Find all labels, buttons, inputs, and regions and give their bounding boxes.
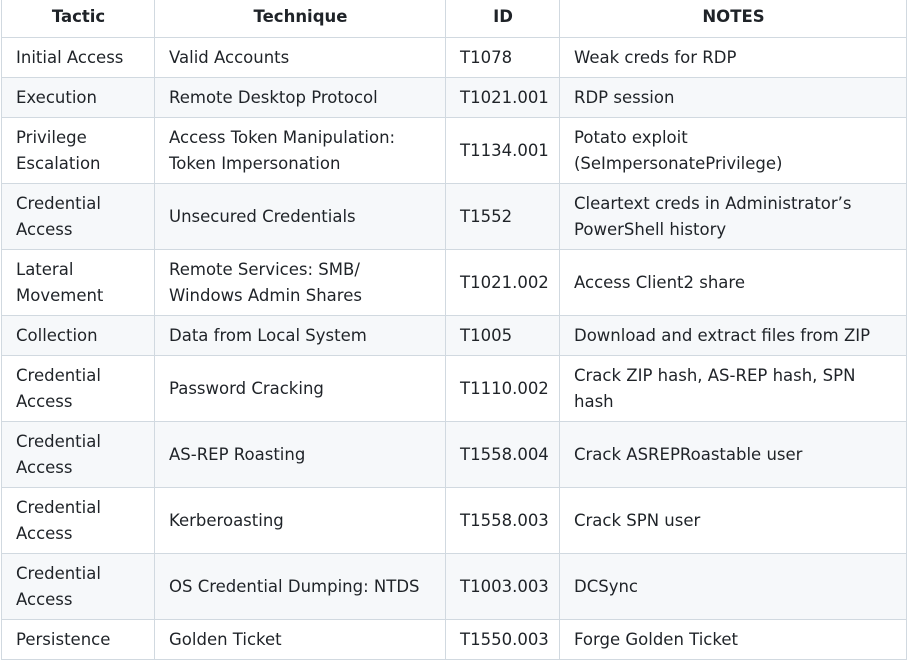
- table-row: Persistence Golden Ticket T1550.003 Forg…: [1, 619, 907, 660]
- cell-notes: Forge Golden Ticket: [559, 619, 907, 660]
- table-row: Privilege Escalation Access Token Manipu…: [1, 117, 907, 184]
- cell-technique: Data from Local System: [154, 315, 446, 356]
- cell-notes: Cleartext creds in Administrator’s Power…: [559, 183, 907, 250]
- cell-technique: Golden Ticket: [154, 619, 446, 660]
- cell-tactic: Credential Access: [1, 355, 155, 422]
- header-tactic: Tactic: [1, 0, 155, 38]
- cell-id: T1550.003: [445, 619, 560, 660]
- cell-id: T1558.003: [445, 487, 560, 554]
- cell-tactic: Lateral Movement: [1, 249, 155, 316]
- cell-id: T1003.003: [445, 553, 560, 620]
- cell-notes: Access Client2 share: [559, 249, 907, 316]
- cell-technique: Kerberoasting: [154, 487, 446, 554]
- table-row: Credential Access Kerberoasting T1558.00…: [1, 487, 907, 554]
- header-notes: NOTES: [559, 0, 907, 38]
- cell-notes: Crack ZIP hash, AS-REP hash, SPN hash: [559, 355, 907, 422]
- cell-notes: Crack SPN user: [559, 487, 907, 554]
- cell-id: T1078: [445, 37, 560, 78]
- table-body: Initial Access Valid Accounts T1078 Weak…: [1, 37, 907, 660]
- table-row: Collection Data from Local System T1005 …: [1, 315, 907, 356]
- cell-id: T1558.004: [445, 421, 560, 488]
- cell-tactic: Credential Access: [1, 487, 155, 554]
- cell-notes: Download and extract files from ZIP: [559, 315, 907, 356]
- cell-id: T1021.002: [445, 249, 560, 316]
- table-row: Credential Access AS-REP Roasting T1558.…: [1, 421, 907, 488]
- cell-notes: Potato exploit (SeImpersonatePrivilege): [559, 117, 907, 184]
- cell-technique: Remote Services: SMB/ Windows Admin Shar…: [154, 249, 446, 316]
- cell-tactic: Credential Access: [1, 183, 155, 250]
- table-row: Credential Access Unsecured Credentials …: [1, 183, 907, 250]
- cell-tactic: Collection: [1, 315, 155, 356]
- table-row: Credential Access Password Cracking T111…: [1, 355, 907, 422]
- header-row: Tactic Technique ID NOTES: [1, 0, 907, 38]
- cell-tactic: Persistence: [1, 619, 155, 660]
- cell-id: T1021.001: [445, 77, 560, 118]
- cell-tactic: Privilege Escalation: [1, 117, 155, 184]
- cell-id: T1005: [445, 315, 560, 356]
- header-technique: Technique: [154, 0, 446, 38]
- cell-tactic: Credential Access: [1, 421, 155, 488]
- table-header: Tactic Technique ID NOTES: [1, 0, 907, 38]
- cell-technique: Password Cracking: [154, 355, 446, 422]
- cell-technique: Valid Accounts: [154, 37, 446, 78]
- cell-notes: Crack ASREPRoastable user: [559, 421, 907, 488]
- cell-id: T1110.002: [445, 355, 560, 422]
- cell-tactic: Execution: [1, 77, 155, 118]
- header-id: ID: [445, 0, 560, 38]
- table-row: Credential Access OS Credential Dumping:…: [1, 553, 907, 620]
- cell-notes: Weak creds for RDP: [559, 37, 907, 78]
- cell-technique: OS Credential Dumping: NTDS: [154, 553, 446, 620]
- cell-technique: Access Token Manipulation: Token Imperso…: [154, 117, 446, 184]
- cell-notes: RDP session: [559, 77, 907, 118]
- table-row: Initial Access Valid Accounts T1078 Weak…: [1, 37, 907, 78]
- attack-mapping-table: Tactic Technique ID NOTES Initial Access…: [1, 0, 907, 660]
- cell-tactic: Initial Access: [1, 37, 155, 78]
- cell-id: T1552: [445, 183, 560, 250]
- table-row: Lateral Movement Remote Services: SMB/ W…: [1, 249, 907, 316]
- table-row: Execution Remote Desktop Protocol T1021.…: [1, 77, 907, 118]
- cell-tactic: Credential Access: [1, 553, 155, 620]
- cell-technique: AS-REP Roasting: [154, 421, 446, 488]
- cell-technique: Unsecured Credentials: [154, 183, 446, 250]
- cell-notes: DCSync: [559, 553, 907, 620]
- cell-id: T1134.001: [445, 117, 560, 184]
- cell-technique: Remote Desktop Protocol: [154, 77, 446, 118]
